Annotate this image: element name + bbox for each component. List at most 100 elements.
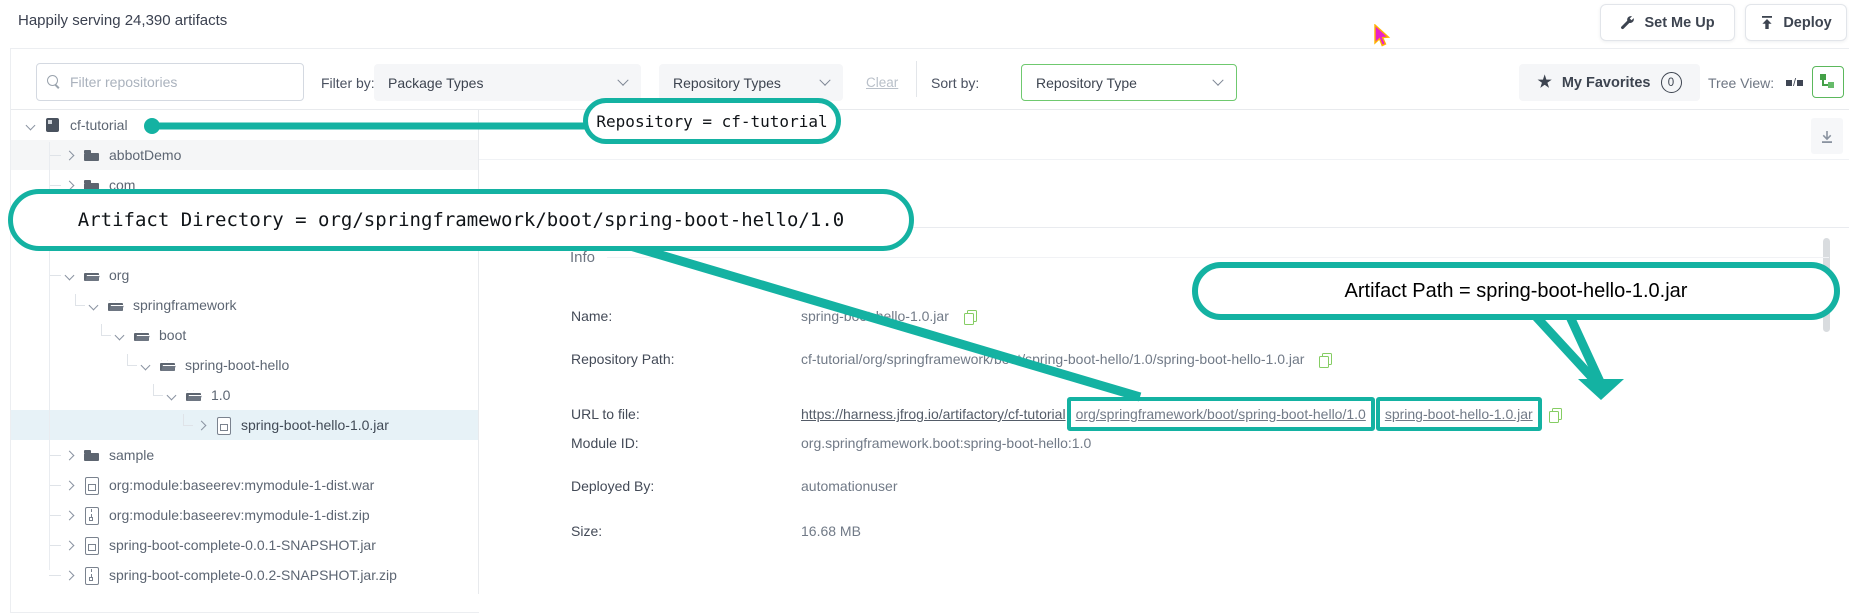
- artifact-path-annotation: Artifact Path = spring-boot-hello-1.0.ja…: [1192, 262, 1840, 320]
- search-icon: [47, 75, 61, 89]
- tree-guide: [49, 545, 61, 546]
- tree-row-boot[interactable]: boot: [11, 320, 478, 350]
- flat-view-slash: /: [1793, 77, 1796, 89]
- my-favorites-label: My Favorites: [1562, 75, 1651, 91]
- tree-guide: [75, 294, 85, 306]
- chevron-down-icon[interactable]: [141, 360, 151, 370]
- repository-filter-box: [36, 63, 304, 101]
- repository-icon: [45, 117, 61, 133]
- tree-view-icon: [1820, 74, 1836, 88]
- my-favorites-button[interactable]: ★ My Favorites 0: [1519, 64, 1700, 101]
- tree-guide: [49, 155, 61, 156]
- tree-guide: [49, 575, 61, 576]
- flat-view-toggle[interactable]: /: [1779, 68, 1810, 97]
- tree-row-label: sample: [109, 447, 154, 463]
- download-button[interactable]: [1811, 118, 1843, 154]
- chevron-down-icon[interactable]: [89, 300, 99, 310]
- deploy-icon: [1760, 15, 1774, 30]
- zip-file-icon: [84, 507, 100, 523]
- copy-icon[interactable]: [1549, 408, 1560, 421]
- tree-row-label: spring-boot-hello-1.0.jar: [241, 417, 389, 433]
- main-panel: Filter by: Package Types Repository Type…: [10, 48, 1849, 613]
- chevron-right-icon[interactable]: [65, 510, 75, 520]
- open-folder-icon: [186, 387, 202, 403]
- module-id-value: org.springframework.boot:spring-boot-hel…: [801, 435, 1091, 451]
- tree-row-label: org: [109, 267, 129, 283]
- tree-row-spring-boot-hello[interactable]: spring-boot-hello: [11, 350, 478, 380]
- tree-row-snapshot-jar[interactable]: spring-boot-complete-0.0.1-SNAPSHOT.jar: [11, 530, 478, 560]
- tree-guide: [49, 275, 61, 276]
- clear-filters-link[interactable]: Clear: [866, 75, 898, 90]
- tree-guide: [49, 485, 61, 486]
- serving-artifacts-text: Happily serving 24,390 artifacts: [18, 12, 227, 29]
- panel-divider: [479, 159, 1849, 160]
- chevron-down-icon[interactable]: [167, 390, 177, 400]
- tree-row-label: org:module:baseerev:mymodule-1-dist.zip: [109, 507, 370, 523]
- tree-row-label: springframework: [133, 297, 236, 313]
- repository-path-label: Repository Path:: [571, 351, 675, 367]
- repository-path-value: cf-tutorial/org/springframework/boot/spr…: [801, 351, 1304, 367]
- open-folder-icon: [134, 327, 150, 343]
- deploy-button[interactable]: Deploy: [1745, 4, 1847, 41]
- tree-view-toggle[interactable]: [1812, 66, 1844, 98]
- tree-row-spring-boot-hello-jar[interactable]: spring-boot-hello-1.0.jar: [11, 410, 478, 440]
- artifact-directory-annotation: Artifact Directory = org/springframework…: [8, 189, 914, 251]
- chevron-down-icon: [617, 74, 628, 85]
- chevron-down-icon: [1212, 74, 1223, 85]
- star-icon: ★: [1538, 75, 1552, 91]
- tree-guide: [153, 384, 163, 396]
- url-directory-highlight-box[interactable]: org/springframework/boot/spring-boot-hel…: [1067, 397, 1375, 431]
- size-label: Size:: [571, 523, 602, 539]
- url-to-file-link[interactable]: https://harness.jfrog.io/artifactory/cf-…: [801, 406, 1066, 422]
- repository-annotation-text: Repository = cf-tutorial: [596, 112, 827, 131]
- filter-repositories-input[interactable]: [70, 74, 293, 90]
- name-value: spring-boot-hello-1.0.jar: [801, 308, 949, 324]
- tree-row-sample[interactable]: sample: [11, 440, 478, 470]
- chevron-down-icon[interactable]: [26, 120, 36, 130]
- copy-icon[interactable]: [964, 310, 975, 323]
- url-file-highlight-box[interactable]: spring-boot-hello-1.0.jar: [1376, 397, 1542, 431]
- tree-guide: [49, 455, 61, 456]
- copy-icon[interactable]: [1319, 353, 1330, 366]
- sort-by-dropdown[interactable]: Repository Type: [1021, 64, 1237, 101]
- tree-row-abbotdemo[interactable]: abbotDemo: [11, 140, 478, 170]
- mouse-cursor: [1372, 24, 1392, 48]
- set-me-up-button[interactable]: Set Me Up: [1600, 4, 1735, 41]
- sort-by-label: Sort by:: [931, 75, 979, 91]
- open-folder-icon: [84, 267, 100, 283]
- info-row-url-to-file: URL to file: https://harness.jfrog.io/ar…: [479, 395, 1849, 433]
- module-id-label: Module ID:: [571, 435, 639, 451]
- chevron-right-icon[interactable]: [197, 420, 207, 430]
- tree-row-cf-tutorial[interactable]: cf-tutorial: [11, 110, 478, 140]
- tree-row-mymodule-war[interactable]: org:module:baseerev:mymodule-1-dist.war: [11, 470, 478, 500]
- tree-row-org[interactable]: org: [11, 260, 478, 290]
- tree-row-mymodule-zip[interactable]: org:module:baseerev:mymodule-1-dist.zip: [11, 500, 478, 530]
- tree-row-snapshot-zip[interactable]: spring-boot-complete-0.0.2-SNAPSHOT.jar.…: [11, 560, 478, 590]
- tree-row-1-0[interactable]: 1.0: [11, 380, 478, 410]
- jar-file-icon: [84, 477, 100, 493]
- chevron-right-icon[interactable]: [65, 540, 75, 550]
- chevron-right-icon[interactable]: [65, 480, 75, 490]
- tree-row-springframework[interactable]: springframework: [11, 290, 478, 320]
- tree-guide: [101, 324, 111, 336]
- set-me-up-label: Set Me Up: [1644, 15, 1714, 31]
- tree-row-label: spring-boot-complete-0.0.1-SNAPSHOT.jar: [109, 537, 376, 553]
- tree-row-label: spring-boot-complete-0.0.2-SNAPSHOT.jar.…: [109, 567, 397, 583]
- chevron-right-icon[interactable]: [65, 570, 75, 580]
- package-types-dropdown[interactable]: Package Types: [374, 64, 641, 101]
- chevron-down-icon[interactable]: [115, 330, 125, 340]
- chevron-down-icon: [819, 74, 830, 85]
- artifact-directory-annotation-text: Artifact Directory = org/springframework…: [78, 209, 844, 231]
- chevron-right-icon[interactable]: [65, 450, 75, 460]
- artifact-info-panel: Info Name: spring-boot-hello-1.0.jar Rep…: [479, 110, 1849, 613]
- deployed-by-label: Deployed By:: [571, 478, 654, 494]
- repository-types-dropdown[interactable]: Repository Types: [659, 64, 843, 101]
- zip-file-icon: [84, 567, 100, 583]
- jar-file-icon: [216, 417, 232, 433]
- repository-annotation: Repository = cf-tutorial: [583, 98, 841, 144]
- chevron-down-icon[interactable]: [65, 270, 75, 280]
- favorites-count-badge: 0: [1661, 72, 1682, 93]
- chevron-right-icon[interactable]: [65, 150, 75, 160]
- tree-view-label: Tree View:: [1708, 75, 1774, 91]
- info-title-rule: [607, 257, 1829, 258]
